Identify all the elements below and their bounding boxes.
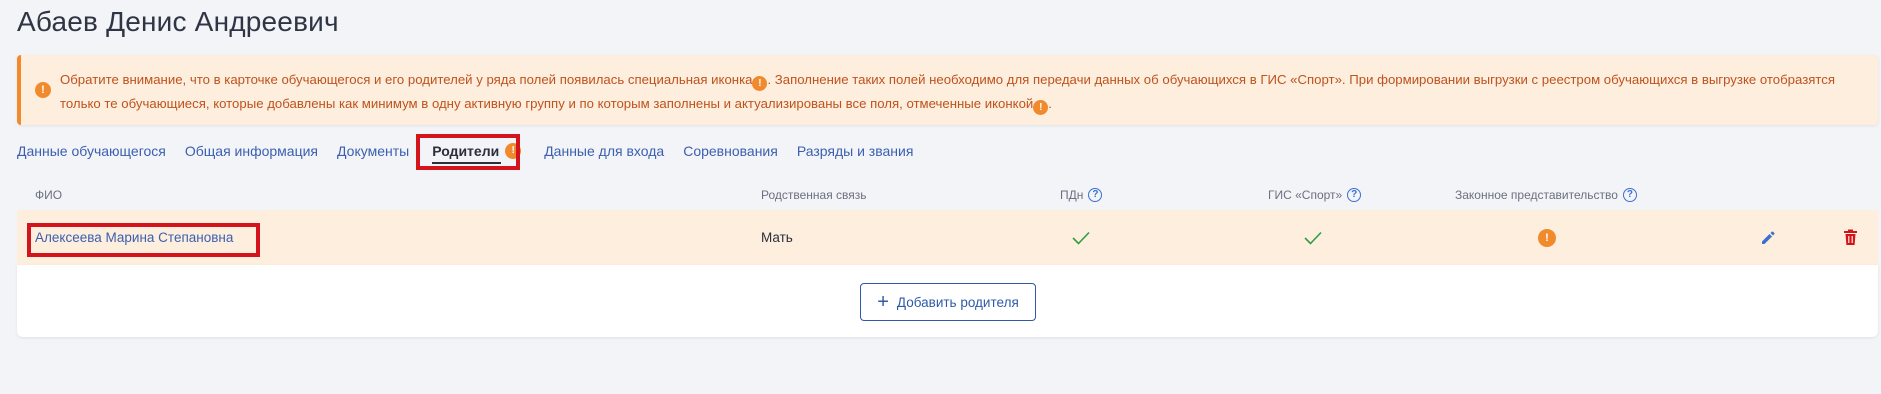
student-tabs: Данные обучающегося Общая информация Док… — [17, 140, 932, 164]
warning-icon: ! — [505, 143, 522, 159]
cell-pdn — [1072, 210, 1090, 265]
header-gis-label: ГИС «Спорт» — [1268, 188, 1343, 202]
tab-login-data[interactable]: Данные для входа — [544, 143, 664, 159]
help-icon[interactable]: ? — [1088, 188, 1103, 202]
header-name: ФИО — [35, 188, 62, 202]
warning-icon: ! — [752, 76, 768, 91]
tab-ranks-titles[interactable]: Разряды и звания — [797, 143, 914, 159]
warning-icon: ! — [1033, 100, 1049, 115]
parent-name-link[interactable]: Алексеева Марина Степановна — [35, 230, 233, 245]
add-parent-label: Добавить родителя — [896, 294, 1019, 310]
help-icon[interactable]: ? — [1622, 188, 1637, 202]
gis-sport-notice: ! Обратите внимание, что в карточке обуч… — [17, 55, 1878, 125]
cell-gis — [1304, 210, 1322, 265]
add-parent-panel: + Добавить родителя — [17, 265, 1878, 337]
help-icon[interactable]: ? — [1347, 188, 1362, 202]
tab-general-info[interactable]: Общая информация — [185, 143, 318, 159]
edit-pencil-icon[interactable] — [1760, 230, 1776, 246]
header-relation-label: Родственная связь — [761, 188, 867, 202]
trash-icon[interactable] — [1843, 229, 1858, 246]
notice-text: Обратите внимание, что в карточке обучаю… — [60, 68, 1860, 116]
warning-icon: ! — [35, 82, 51, 98]
header-legal: Законное представительство? — [1455, 188, 1637, 202]
tab-documents[interactable]: Документы — [337, 143, 409, 159]
header-gis: ГИС «Спорт»? — [1268, 188, 1362, 202]
page-title: Абаев Денис Андреевич — [17, 6, 339, 37]
header-relation: Родственная связь — [761, 188, 867, 202]
notice-text-part1: Обратите внимание, что в карточке обучаю… — [60, 72, 753, 87]
add-parent-button[interactable]: + Добавить родителя — [860, 283, 1036, 321]
header-name-label: ФИО — [35, 188, 63, 202]
header-pdn-label: ПДн — [1060, 188, 1084, 202]
check-icon — [1072, 231, 1090, 245]
tab-student-data[interactable]: Данные обучающегося — [17, 143, 166, 159]
tab-competitions[interactable]: Соревнования — [683, 143, 778, 159]
tab-parents-label: Родители — [432, 143, 500, 159]
header-pdn: ПДн? — [1060, 188, 1103, 202]
cell-edit — [1760, 210, 1776, 265]
warning-icon: ! — [1538, 228, 1556, 247]
header-legal-label: Законное представительство — [1455, 188, 1618, 202]
relation-value: Мать — [761, 230, 793, 245]
tab-parents[interactable]: Родители ! — [426, 143, 527, 164]
cell-name: Алексеева Марина Степановна — [35, 210, 233, 265]
plus-icon: + — [877, 291, 889, 313]
notice-text-part3: . — [1048, 96, 1052, 111]
cell-delete — [1843, 210, 1858, 265]
cell-relation: Мать — [761, 210, 793, 265]
table-header: ФИО Родственная связь ПДн? ГИС «Спорт»? … — [17, 185, 1878, 207]
cell-legal: ! — [1538, 210, 1556, 265]
check-icon — [1304, 231, 1322, 245]
table-row: Алексеева Марина Степановна Мать ! — [17, 210, 1878, 265]
